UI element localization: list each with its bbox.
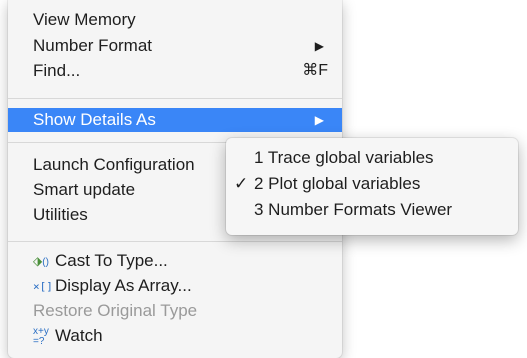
- checkmark-icon: ✓: [234, 174, 249, 193]
- menu-item-label: Watch: [55, 326, 103, 345]
- submenu-item-label: 3 Number Formats Viewer: [254, 200, 453, 219]
- menu-item-number-format[interactable]: Number Format ▶: [8, 34, 342, 58]
- menu-item-find[interactable]: Find... ⌘F: [8, 59, 342, 83]
- menu-item-label: Launch Configuration: [33, 155, 195, 174]
- menu-item-cast-to-type[interactable]: ⬗() Cast To Type...: [8, 249, 342, 273]
- menu-item-view-memory[interactable]: View Memory: [8, 8, 342, 32]
- submenu-item-number-formats-viewer[interactable]: 3 Number Formats Viewer: [226, 197, 518, 223]
- menu-item-display-as-array[interactable]: ×[] Display As Array...: [8, 274, 342, 298]
- display-as-array-icon: ×[]: [33, 280, 53, 294]
- menu-item-watch[interactable]: x+y =? Watch: [8, 324, 342, 348]
- menu-item-label: Cast To Type...: [55, 251, 168, 270]
- submenu-item-label: 1 Trace global variables: [254, 148, 434, 167]
- menu-item-label: Find...: [33, 61, 81, 80]
- menu-item-label: Restore Original Type: [33, 301, 198, 320]
- chevron-right-icon: ▶: [314, 113, 324, 127]
- submenu-item-label: 2 Plot global variables: [254, 174, 421, 193]
- find-shortcut: ⌘F: [302, 62, 328, 79]
- menu-item-label: Show Details As: [33, 110, 156, 129]
- watch-expression-icon: x+y =?: [33, 325, 49, 347]
- menu-separator: [8, 241, 342, 242]
- menu-item-restore-original-type: Restore Original Type: [8, 299, 342, 323]
- menu-item-label: Number Format: [33, 36, 153, 55]
- chevron-right-icon: ▶: [314, 39, 324, 53]
- menu-item-label: Display As Array...: [55, 276, 192, 295]
- menu-item-show-details-as[interactable]: Show Details As ▶: [8, 108, 342, 132]
- menu-item-label: Smart update: [33, 180, 136, 199]
- menu-item-label: View Memory: [33, 10, 136, 29]
- submenu-item-plot-global-variables[interactable]: ✓ 2 Plot global variables: [226, 171, 518, 197]
- menu-separator: [8, 98, 342, 99]
- show-details-submenu: 1 Trace global variables ✓ 2 Plot global…: [226, 138, 518, 235]
- submenu-item-trace-global-variables[interactable]: 1 Trace global variables: [226, 145, 518, 171]
- menu-item-label: Utilities: [33, 205, 88, 224]
- cast-to-type-icon: ⬗(): [33, 254, 49, 269]
